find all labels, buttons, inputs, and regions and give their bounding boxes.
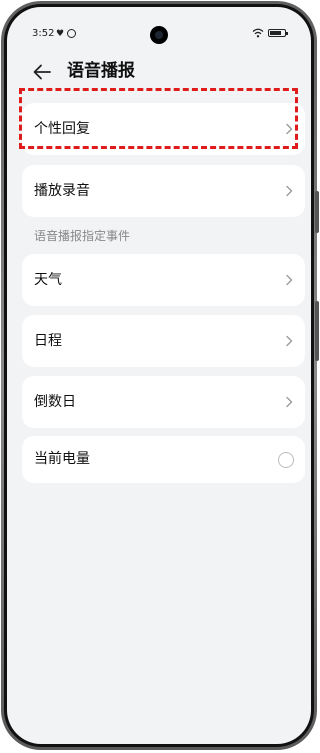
volume-button [315, 191, 319, 233]
header: 语音播报 [7, 57, 311, 87]
list-item-weather[interactable]: 天气 [22, 254, 305, 306]
screen: 3:52 ♥ 语音播报 个性回复 播放录音 语音播报指定事件 天气 日程 倒数日… [7, 7, 311, 744]
battery-icon [268, 29, 288, 37]
list-item-label: 天气 [34, 272, 62, 288]
power-button [315, 301, 319, 361]
back-arrow-icon[interactable] [31, 61, 53, 83]
front-camera [150, 26, 168, 44]
chevron-right-icon [286, 123, 293, 135]
notification-icon [67, 29, 76, 38]
phone-bezel: 3:52 ♥ 语音播报 个性回复 播放录音 语音播报指定事件 天气 日程 倒数日… [4, 4, 314, 747]
chevron-right-icon [286, 396, 293, 408]
section-header: 语音播报指定事件 [34, 229, 131, 243]
list-item-label: 日程 [34, 333, 62, 349]
wifi-icon [252, 28, 264, 38]
status-time: 3:52 [32, 28, 55, 39]
page-title: 语音播报 [67, 61, 135, 81]
list-item-personal-reply[interactable]: 个性回复 [22, 103, 305, 155]
list-item-battery-level[interactable]: 当前电量 [22, 436, 305, 483]
list-item-label: 当前电量 [34, 451, 90, 467]
list-item-schedule[interactable]: 日程 [22, 315, 305, 367]
chevron-right-icon [286, 185, 293, 197]
list-item-label: 个性回复 [34, 121, 90, 137]
chevron-right-icon [286, 274, 293, 286]
list-item-play-recording[interactable]: 播放录音 [22, 165, 305, 217]
radio-button[interactable] [278, 452, 294, 468]
list-item-countdown[interactable]: 倒数日 [22, 376, 305, 428]
list-item-label: 播放录音 [34, 183, 90, 199]
status-bar: 3:52 ♥ [7, 7, 311, 44]
heart-icon: ♥ [56, 29, 65, 39]
phone-frame: 3:52 ♥ 语音播报 个性回复 播放录音 语音播报指定事件 天气 日程 倒数日… [1, 1, 319, 750]
list-item-label: 倒数日 [34, 394, 76, 410]
chevron-right-icon [286, 335, 293, 347]
